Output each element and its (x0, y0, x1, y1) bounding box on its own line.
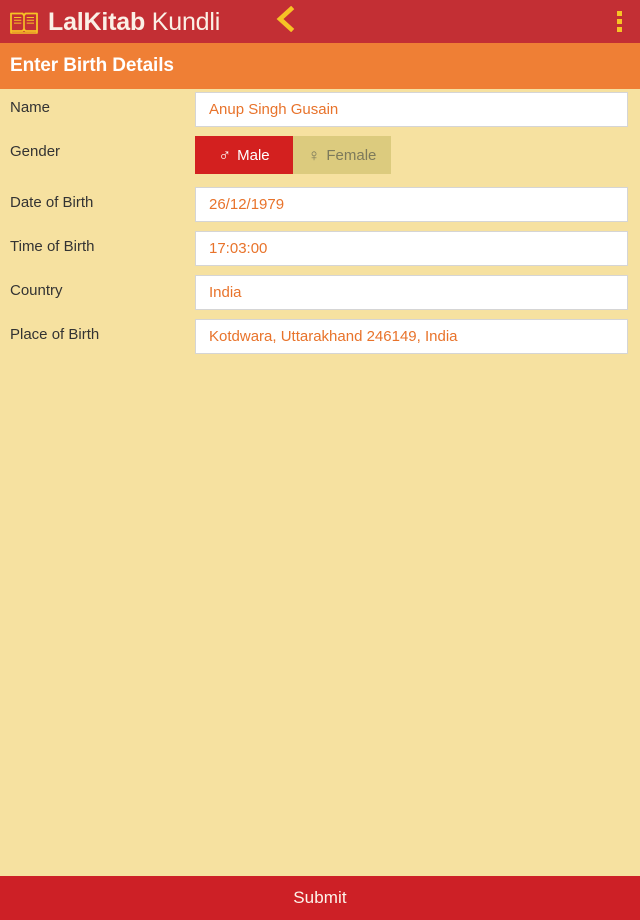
place-of-birth-input[interactable]: Kotdwara, Uttarakhand 246149, India (195, 319, 628, 354)
male-symbol-icon: ♂ (218, 145, 232, 165)
page-title: Enter Birth Details (10, 55, 174, 76)
gender-toggle-group: ♂ Male ♀ Female (195, 136, 391, 174)
back-button[interactable] (269, 5, 303, 39)
overflow-dot-2 (616, 19, 622, 24)
label-date-of-birth: Date of Birth (10, 194, 94, 211)
app-title-bold: LalKitab (48, 7, 146, 36)
birth-details-form: Name Anup Singh Gusain Gender ♂ Male ♀ F… (0, 89, 640, 876)
app-title-light: Kundli (151, 7, 221, 36)
app-screen: LalKitab Kundli Enter Birth Details Name… (0, 0, 640, 920)
gender-option-female[interactable]: ♀ Female (293, 136, 391, 174)
time-of-birth-value: 17:03:00 (209, 239, 268, 257)
page-header: Enter Birth Details (0, 43, 640, 89)
female-symbol-icon: ♀ (307, 145, 321, 165)
gender-option-female-label: Female (326, 146, 377, 164)
name-input[interactable]: Anup Singh Gusain (195, 92, 628, 127)
country-input[interactable]: India (195, 275, 628, 310)
overflow-menu-button[interactable] (606, 5, 632, 39)
overflow-dot-3 (616, 27, 622, 32)
label-name: Name (10, 99, 51, 116)
open-book-icon (9, 9, 39, 35)
place-of-birth-value: Kotdwara, Uttarakhand 246149, India (209, 327, 458, 345)
app-title: LalKitab Kundli (48, 8, 220, 36)
date-of-birth-input[interactable]: 26/12/1979 (195, 187, 628, 222)
gender-option-male[interactable]: ♂ Male (195, 136, 293, 174)
overflow-dot-1 (616, 11, 622, 16)
submit-button[interactable]: Submit (0, 876, 640, 920)
app-brand: LalKitab Kundli (0, 8, 220, 36)
submit-button-label: Submit (293, 888, 347, 907)
label-time-of-birth: Time of Birth (10, 238, 95, 255)
label-gender: Gender (10, 143, 61, 160)
date-of-birth-value: 26/12/1979 (209, 195, 285, 213)
country-value: India (209, 283, 242, 301)
app-bar: LalKitab Kundli (0, 0, 640, 43)
time-of-birth-input[interactable]: 17:03:00 (195, 231, 628, 266)
gender-option-male-label: Male (237, 146, 270, 164)
back-chevron-icon (275, 5, 297, 37)
name-input-value: Anup Singh Gusain (209, 100, 339, 118)
label-place-of-birth: Place of Birth (10, 326, 100, 343)
label-country: Country (10, 282, 63, 299)
